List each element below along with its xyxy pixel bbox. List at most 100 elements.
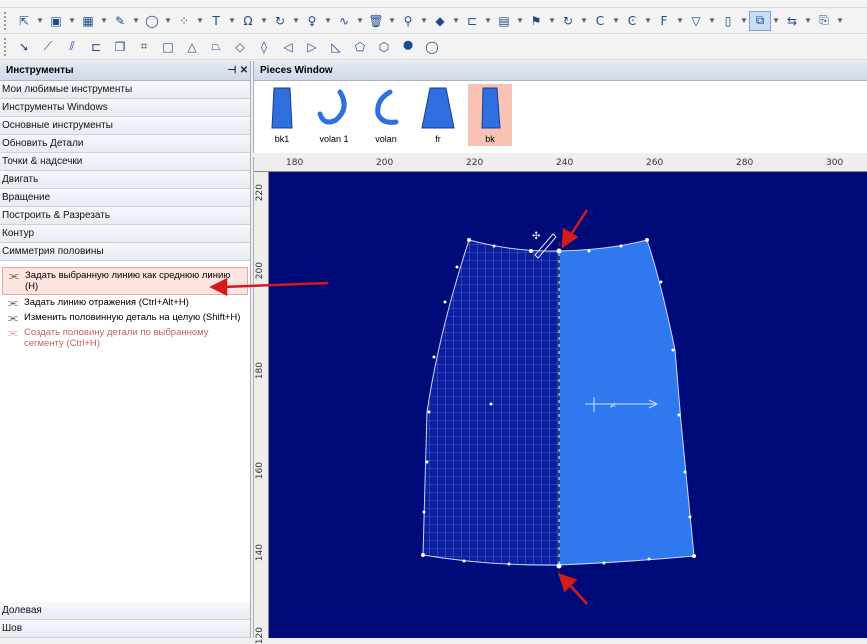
curve-icon[interactable]: ♀ [301, 11, 323, 31]
seam-icon[interactable]: ⫽ [61, 37, 83, 57]
filter-icon[interactable]: ▽ [685, 11, 707, 31]
dropdown-arrow-icon[interactable]: ▾ [389, 12, 395, 30]
right-triangle-icon[interactable]: ◺ [325, 37, 347, 57]
pin-icon[interactable]: ⊣ [226, 65, 238, 76]
dropdown-arrow-icon[interactable]: ▾ [581, 12, 587, 30]
c-icon[interactable]: C [589, 11, 611, 31]
pin-icon[interactable]: ⚲ [397, 11, 419, 31]
tool-label: Создать половину детали по выбранному се… [24, 327, 209, 349]
triangle2-icon[interactable]: ◁ [277, 37, 299, 57]
measure-icon[interactable]: ⌗ [133, 37, 155, 57]
select-icon[interactable]: ⇱ [13, 11, 35, 31]
tool-item[interactable]: ⫘ Создать половину детали по выбранному с… [0, 325, 250, 351]
tool-category[interactable]: Контур [0, 225, 250, 243]
dropdown-arrow-icon[interactable]: ▾ [837, 12, 843, 30]
layout-icon[interactable]: ▦ [77, 11, 99, 31]
tool-item[interactable]: ⫘ Изменить половинную деталь на целую (Sh… [0, 310, 250, 325]
toolbar-grip[interactable] [4, 37, 8, 56]
tool-item[interactable]: ⫘ Задать выбранную линию как среднюю лини… [2, 267, 248, 295]
copy-icon[interactable]: ❐ [109, 37, 131, 57]
dropdown-arrow-icon[interactable]: ▾ [549, 12, 555, 30]
diamond2-icon[interactable]: ◊ [253, 37, 275, 57]
tool-category[interactable]: Построить & Разрезать [0, 207, 250, 225]
dropdown-arrow-icon[interactable]: ▾ [197, 12, 203, 30]
hexagon-icon[interactable]: ⬡ [373, 37, 395, 57]
delete-icon[interactable]: 🗑 [365, 11, 387, 31]
toolbar-grip[interactable] [4, 11, 8, 30]
dropdown-arrow-icon[interactable]: ▾ [517, 12, 523, 30]
dropdown-arrow-icon[interactable]: ▾ [453, 12, 459, 30]
dropdown-arrow-icon[interactable]: ▾ [421, 12, 427, 30]
dropdown-arrow-icon[interactable]: ▾ [133, 12, 139, 30]
triangle-icon[interactable]: △ [181, 37, 203, 57]
trapezoid-icon[interactable]: ⏢ [205, 37, 227, 57]
text-icon[interactable]: T [205, 11, 227, 31]
dropdown-arrow-icon[interactable]: ▾ [101, 12, 107, 30]
mirror-icon[interactable]: ⧉ [749, 10, 771, 31]
dropdown-arrow-icon[interactable]: ▾ [37, 12, 43, 30]
tool-category[interactable]: Симметрия половины [0, 243, 250, 261]
notch-icon[interactable]: ⊏ [85, 37, 107, 57]
diamond-icon[interactable]: ◇ [229, 37, 251, 57]
dropdown-arrow-icon[interactable]: ▾ [645, 12, 651, 30]
dropdown-arrow-icon[interactable]: ▾ [325, 12, 331, 30]
tool-category[interactable]: Долевая [0, 602, 250, 620]
tool-category[interactable]: Вращение [0, 189, 250, 207]
square-icon[interactable]: □ [157, 37, 179, 57]
circle-icon[interactable]: ◯ [141, 11, 163, 31]
piece-thumbnail[interactable]: volan 1 [312, 84, 356, 146]
f-icon[interactable]: F [653, 11, 675, 31]
grid-icon[interactable]: ▤ [493, 11, 515, 31]
octagon-icon[interactable]: ⯃ [397, 37, 419, 57]
refresh-icon[interactable]: ↻ [557, 11, 579, 31]
tool-category[interactable]: Шов [0, 620, 250, 638]
close-icon[interactable]: ✕ [238, 65, 250, 76]
dropdown-arrow-icon[interactable]: ▾ [69, 12, 75, 30]
triangle3-icon[interactable]: ▷ [301, 37, 323, 57]
scatter-icon[interactable]: ⁘ [173, 11, 195, 31]
pentagon-icon[interactable]: ⬠ [349, 37, 371, 57]
dropdown-arrow-icon[interactable]: ▾ [773, 12, 779, 30]
dropdown-arrow-icon[interactable]: ▾ [677, 12, 683, 30]
ruler-tick-label: 200 [255, 262, 265, 280]
piece-thumbnail[interactable]: volan [364, 84, 408, 146]
half-icon[interactable]: ▯ [717, 11, 739, 31]
flip-icon[interactable]: ⇆ [781, 11, 803, 31]
piece-right-half[interactable] [558, 239, 695, 566]
dropdown-arrow-icon[interactable]: ▾ [741, 12, 747, 30]
knife-icon[interactable]: ⟋ [37, 37, 59, 57]
piece-icon[interactable]: ▣ [45, 11, 67, 31]
tool-category[interactable]: Обновить Детали [0, 135, 250, 153]
piece-thumbnail[interactable]: bk1 [260, 84, 304, 146]
tool-category[interactable]: Основные инструменты [0, 117, 250, 135]
dropdown-arrow-icon[interactable]: ▾ [805, 12, 811, 30]
dropdown-arrow-icon[interactable]: ▾ [293, 12, 299, 30]
pencil-icon[interactable]: ✎ [109, 11, 131, 31]
c2-icon[interactable]: Ͼ [621, 11, 643, 31]
notch-icon[interactable]: ⊏ [461, 11, 483, 31]
dropdown-arrow-icon[interactable]: ▾ [485, 12, 491, 30]
piece-thumbnail[interactable]: fr [416, 84, 460, 146]
flip2-icon[interactable]: ⎘ [813, 11, 835, 31]
flag-icon[interactable]: ⚑ [525, 11, 547, 31]
rotate-icon[interactable]: ↻ [269, 11, 291, 31]
arrow-icon[interactable]: ➘ [13, 37, 35, 57]
dropdown-arrow-icon[interactable]: ▾ [261, 12, 267, 30]
circle-icon[interactable]: ◯ [421, 37, 443, 57]
dropdown-arrow-icon[interactable]: ▾ [165, 12, 171, 30]
dropdown-arrow-icon[interactable]: ▾ [709, 12, 715, 30]
dropdown-arrow-icon[interactable]: ▾ [229, 12, 235, 30]
omega-icon[interactable]: Ω [237, 11, 259, 31]
marker-icon[interactable]: ◆ [429, 11, 451, 31]
tool-category[interactable]: Точки & надсечки [0, 153, 250, 171]
piece-thumbnail[interactable]: bk [468, 84, 512, 146]
drawing-canvas[interactable]: ≠ ✣ [269, 172, 867, 638]
tool-item[interactable]: ⫘ Задать линию отражения (Ctrl+Alt+H) [0, 295, 250, 310]
tool-category[interactable]: Мои любимые инструменты [0, 81, 250, 99]
wave-icon[interactable]: ∿ [333, 11, 355, 31]
tool-category[interactable]: Инструменты Windows [0, 99, 250, 117]
dropdown-arrow-icon[interactable]: ▾ [613, 12, 619, 30]
tool-category[interactable]: Двигать [0, 171, 250, 189]
svg-text:✣: ✣ [532, 231, 540, 242]
dropdown-arrow-icon[interactable]: ▾ [357, 12, 363, 30]
